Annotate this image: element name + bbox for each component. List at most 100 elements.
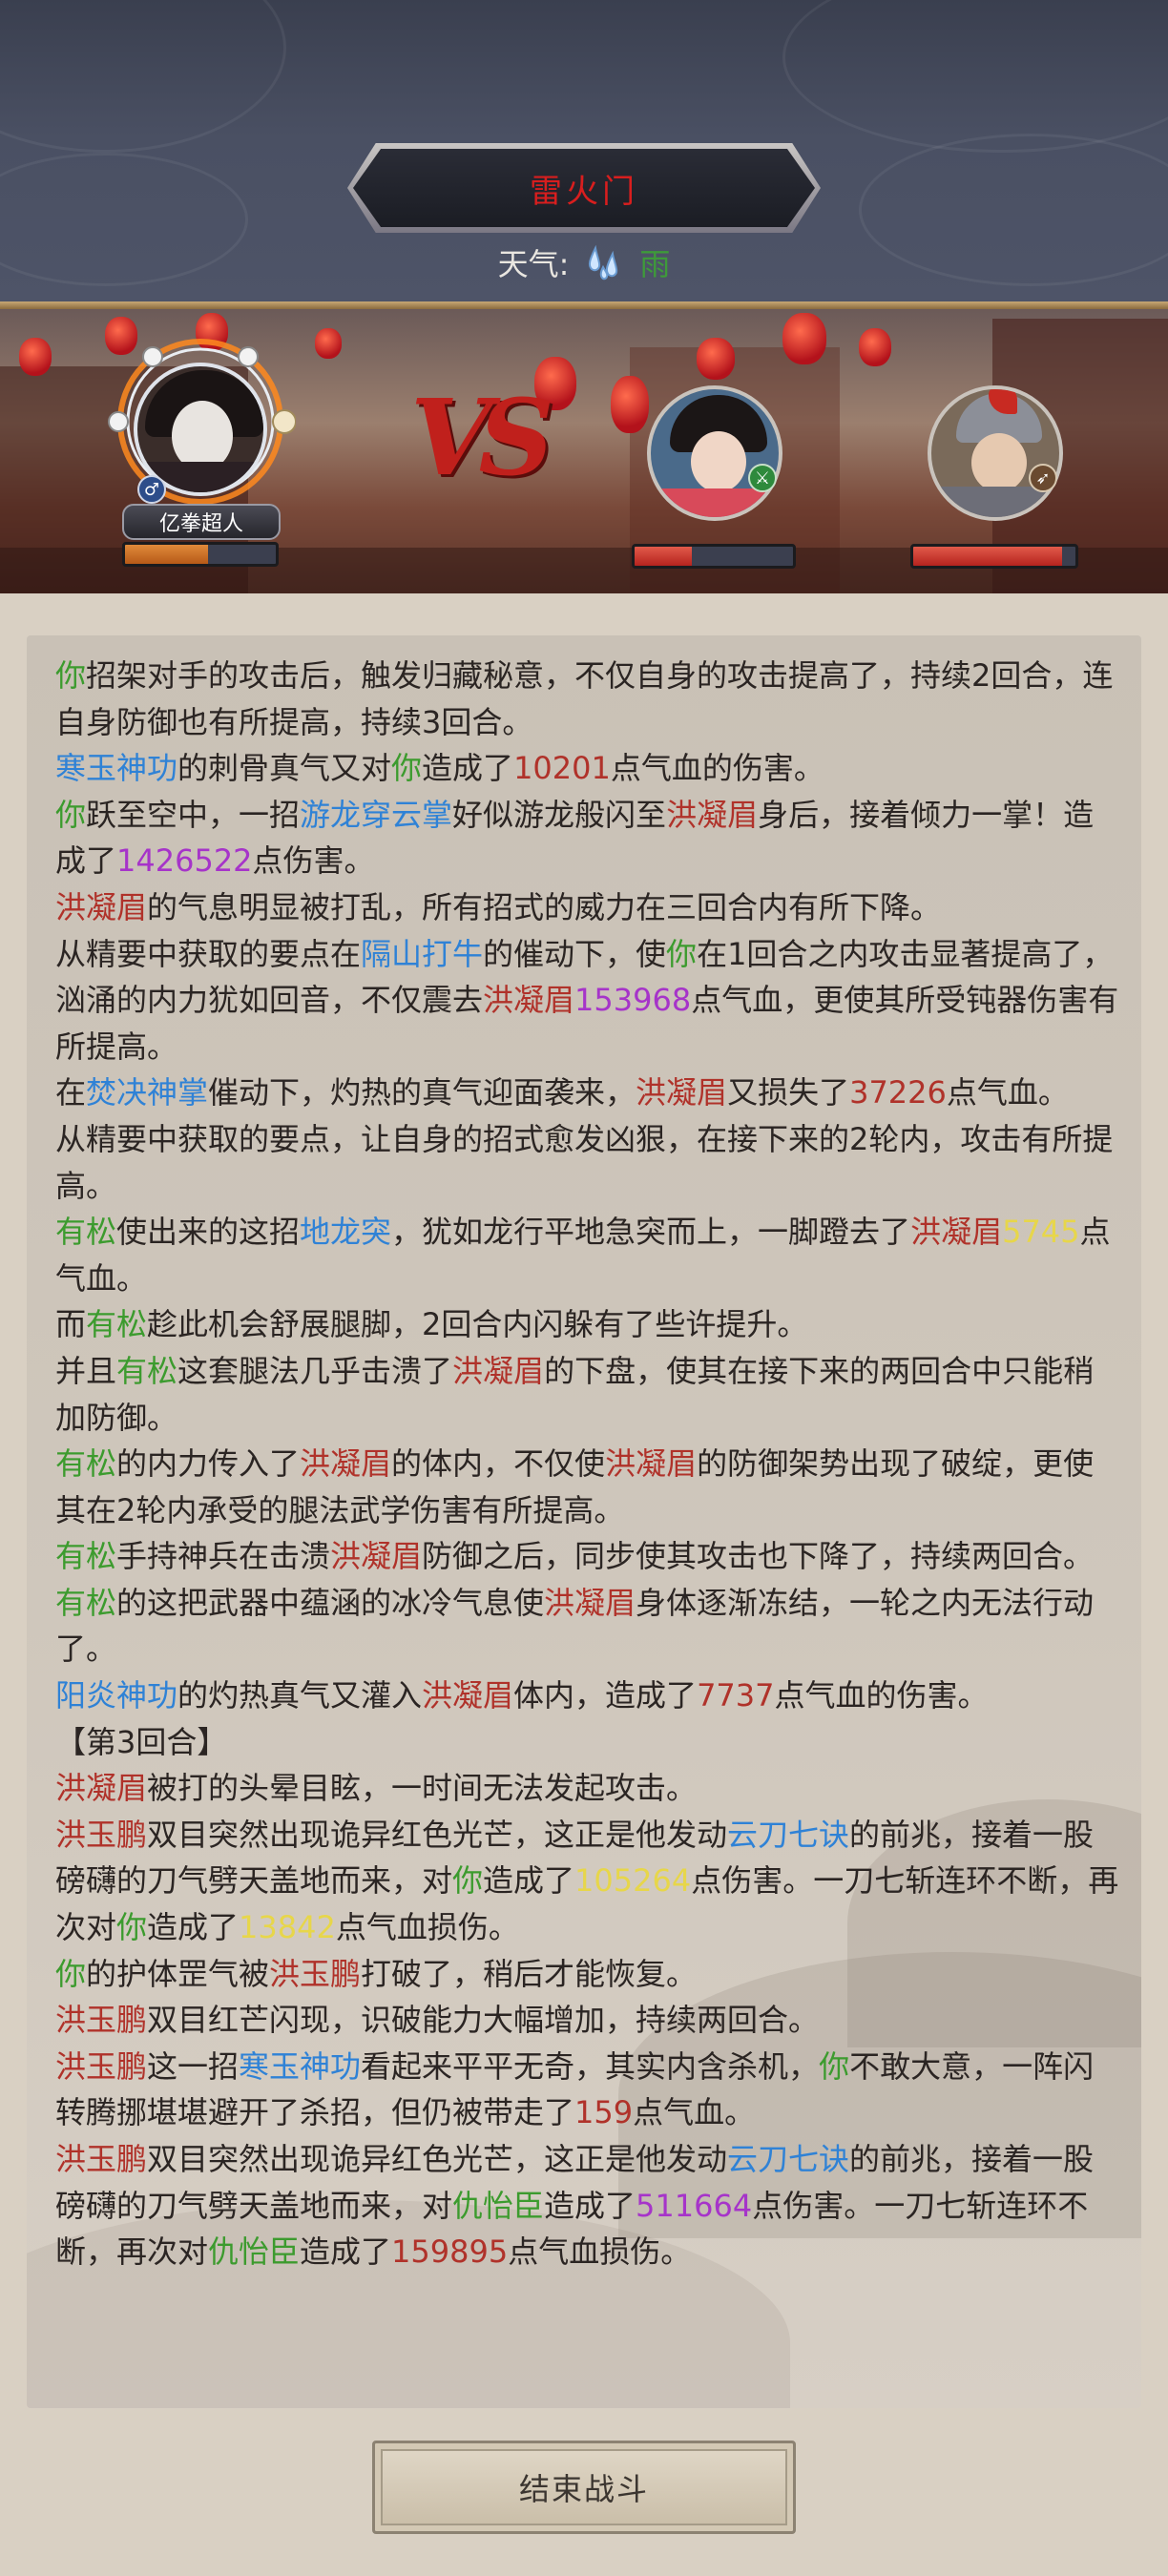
- log-segment: 洪凝眉: [422, 1677, 514, 1714]
- lantern: [697, 338, 735, 380]
- log-segment: 洪凝眉: [636, 1074, 728, 1111]
- log-line: 你的护体罡气被洪玉鹏打破了，稍后才能恢复。: [55, 1951, 1122, 1998]
- male-icon: ♂: [137, 475, 166, 504]
- end-battle-label: 结束战斗: [518, 2471, 649, 2507]
- log-line: 在焚决神掌催动下，灼热的真气迎面袭来，洪凝眉又损失了37226点气血。: [55, 1070, 1122, 1116]
- log-segment: 洪凝眉: [330, 1538, 423, 1575]
- log-line: 而有松趁此机会舒展腿脚，2回合内闪躲有了些许提升。: [55, 1301, 1122, 1348]
- log-segment: 打破了，稍后才能恢复。: [361, 1955, 698, 1992]
- vs-emblem: VS: [410, 376, 554, 499]
- log-segment: 趁此机会舒展腿脚，2回合内闪躲有了些许提升。: [147, 1306, 808, 1343]
- log-segment: 双目红芒闪现，识破能力大幅增加，持续两回合。: [147, 2002, 820, 2039]
- log-line: 从精要中获取的要点，让自身的招式愈发凶狠，在接下来的2轮内，攻击有所提高。: [55, 1116, 1122, 1209]
- log-line: 寒玉神功的刺骨真气又对你造成了10201点气血的伤害。: [55, 745, 1122, 792]
- enemy-hp-bar: [632, 544, 796, 569]
- log-segment: 1426522: [116, 842, 253, 880]
- log-segment: 寒玉神功: [239, 2047, 362, 2085]
- battle-log-panel[interactable]: 你招架对手的攻击后，触发归藏秘意，不仅自身的攻击提高了，持续2回合，连自身防御也…: [27, 635, 1141, 2408]
- log-segment: 7737: [697, 1677, 775, 1714]
- log-segment: 并且: [55, 1352, 117, 1389]
- log-segment: 防御之后，同步使其攻击也下降了，持续两回合。: [422, 1538, 1095, 1575]
- log-segment: 13842: [239, 1909, 336, 1946]
- log-segment: 游龙穿云掌: [300, 796, 453, 833]
- log-segment: 你: [116, 1909, 148, 1946]
- log-segment: 有松: [55, 1538, 117, 1575]
- log-segment: 洪凝眉: [666, 796, 759, 833]
- log-segment: 招架对手的攻击后，触发归藏秘意，不仅自身的攻击提高了，持续2回合，连自身防御也有…: [55, 657, 1114, 740]
- log-segment: 105264: [574, 1862, 692, 1900]
- log-segment: 你: [55, 657, 87, 694]
- log-segment: 云刀七诀: [727, 1816, 850, 1853]
- log-segment: 双目突然出现诡异红色光芒，这正是他发动: [147, 1816, 728, 1853]
- log-segment: 有松: [116, 1352, 178, 1389]
- log-line: 你跃至空中，一招游龙穿云掌好似游龙般闪至洪凝眉身后，接着倾力一掌！造成了1426…: [55, 792, 1122, 884]
- log-segment: 5745: [1002, 1214, 1080, 1251]
- log-segment: 洪玉鹏: [55, 1816, 148, 1853]
- player-name-tag: 亿拳超人: [122, 504, 281, 540]
- log-segment: 双目突然出现诡异红色光芒，这正是他发动: [147, 2141, 728, 2177]
- log-segment: 37226: [849, 1074, 947, 1111]
- log-segment: 的催动下，使: [483, 935, 667, 972]
- log-segment: 的灼热真气又灌入: [177, 1677, 423, 1714]
- log-segment: 催动下，灼热的真气迎面袭来，: [208, 1074, 636, 1111]
- log-segment: 洪凝眉: [483, 982, 575, 1019]
- log-segment: 的这把武器中蕴涵的冰冷气息使: [116, 1584, 545, 1621]
- log-segment: 点气血的伤害。: [610, 750, 824, 787]
- log-segment: 洪玉鹏: [55, 2047, 148, 2085]
- title-plate: 雷火门: [353, 149, 815, 227]
- log-segment: 洪凝眉: [910, 1214, 1003, 1251]
- log-segment: 点伤害。: [252, 842, 375, 880]
- weather-label: 天气:: [497, 246, 570, 282]
- spear-badge-icon: ➶: [1029, 464, 1057, 492]
- log-segment: 洪凝眉: [605, 1445, 698, 1483]
- log-segment: 阳炎神功: [55, 1677, 178, 1714]
- log-segment: 你: [452, 1862, 484, 1900]
- enemy-avatar-female-warrior[interactable]: [647, 385, 782, 521]
- lantern: [859, 328, 891, 366]
- enemy-avatar-armored-general[interactable]: [928, 385, 1063, 521]
- log-segment: 又损失了: [727, 1074, 850, 1111]
- cloud-pattern: [782, 0, 1168, 153]
- log-segment: 寒玉神功: [55, 750, 178, 787]
- log-segment: 洪凝眉: [55, 888, 148, 925]
- log-segment: 的内力传入了: [116, 1445, 301, 1483]
- log-segment: 造成了: [300, 2233, 392, 2271]
- log-line: 阳炎神功的灼热真气又灌入洪凝眉体内，造成了7737点气血的伤害。: [55, 1672, 1122, 1719]
- page-title: 雷火门: [530, 172, 638, 211]
- log-segment: 造成了: [422, 750, 514, 787]
- log-segment: 手持神兵在击溃: [116, 1538, 331, 1575]
- log-segment: 你: [666, 935, 698, 972]
- log-line: 从精要中获取的要点在隔山打牛的催动下，使你在1回合之内攻击显著提高了，汹涌的内力…: [55, 931, 1122, 1070]
- log-segment: 点气血损伤。: [508, 2233, 692, 2271]
- log-segment: 点气血。: [946, 1074, 1069, 1111]
- end-battle-button[interactable]: 结束战斗: [372, 2441, 796, 2534]
- weather-row: 天气: 雨: [0, 239, 1168, 286]
- lantern: [19, 338, 52, 376]
- log-segment: 从精要中获取的要点在: [55, 935, 362, 972]
- log-segment: 造成了: [147, 1909, 240, 1946]
- log-segment: 云刀七诀: [727, 2141, 850, 2177]
- log-segment: 10201: [513, 750, 611, 787]
- log-line: 洪玉鹏双目突然出现诡异红色光芒，这正是他发动云刀七诀的前兆，接着一股磅礴的刀气劈…: [55, 2136, 1122, 2275]
- log-segment: 洪凝眉: [300, 1445, 392, 1483]
- log-segment: 跃至空中，一招: [86, 796, 301, 833]
- player-hp-fill: [125, 545, 208, 564]
- log-segment: 你: [819, 2047, 850, 2085]
- log-segment: 有松: [55, 1445, 117, 1483]
- log-segment: 【第3回合】: [55, 1723, 228, 1760]
- log-line: 有松使出来的这招地龙突，犹如龙行平地急突而上，一脚蹬去了洪凝眉5745点气血。: [55, 1209, 1122, 1301]
- log-segment: 使出来的这招: [116, 1214, 301, 1251]
- log-line: 洪玉鹏双目突然出现诡异红色光芒，这正是他发动云刀七诀的前兆，接着一股磅礴的刀气劈…: [55, 1812, 1122, 1951]
- log-segment: 你: [391, 750, 423, 787]
- log-segment: 好似游龙般闪至: [452, 796, 667, 833]
- log-segment: 仇怡臣: [208, 2233, 301, 2271]
- log-segment: 从精要中获取的要点，让自身的招式愈发凶狠，在接下来的2轮内，攻击有所提高。: [55, 1120, 1114, 1204]
- log-segment: 的体内，不仅使: [391, 1445, 606, 1483]
- battle-log: 你招架对手的攻击后，触发归藏秘意，不仅自身的攻击提高了，持续2回合，连自身防御也…: [55, 653, 1122, 2275]
- log-segment: 看起来平平无奇，其实内含杀机，: [361, 2047, 820, 2085]
- log-line: 你招架对手的攻击后，触发归藏秘意，不仅自身的攻击提高了，持续2回合，连自身防御也…: [55, 653, 1122, 745]
- log-segment: 仇怡臣: [452, 2187, 545, 2224]
- log-segment: 隔山打牛: [361, 935, 484, 972]
- log-segment: 的刺骨真气又对: [177, 750, 392, 787]
- battle-scene: ♂ 亿拳超人 VS ⚔ ➶: [0, 309, 1168, 593]
